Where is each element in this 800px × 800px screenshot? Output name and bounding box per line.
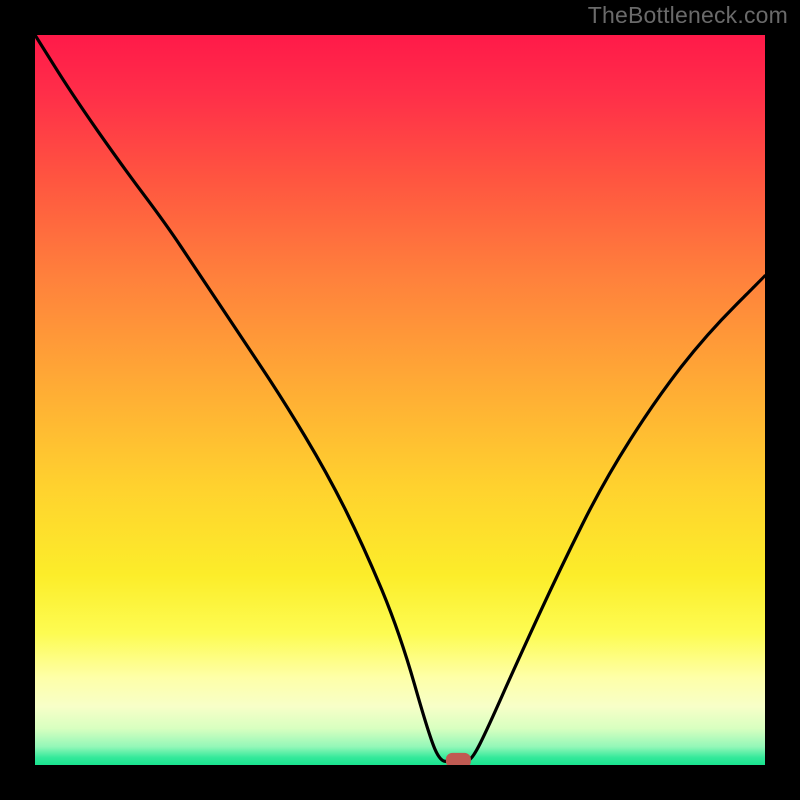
bottleneck-curve-path: [35, 35, 765, 761]
curve-layer: [35, 35, 765, 765]
chart-frame: TheBottleneck.com: [0, 0, 800, 800]
minimum-marker: [446, 753, 470, 765]
plot-area: [35, 35, 765, 765]
watermark-text: TheBottleneck.com: [588, 2, 788, 29]
